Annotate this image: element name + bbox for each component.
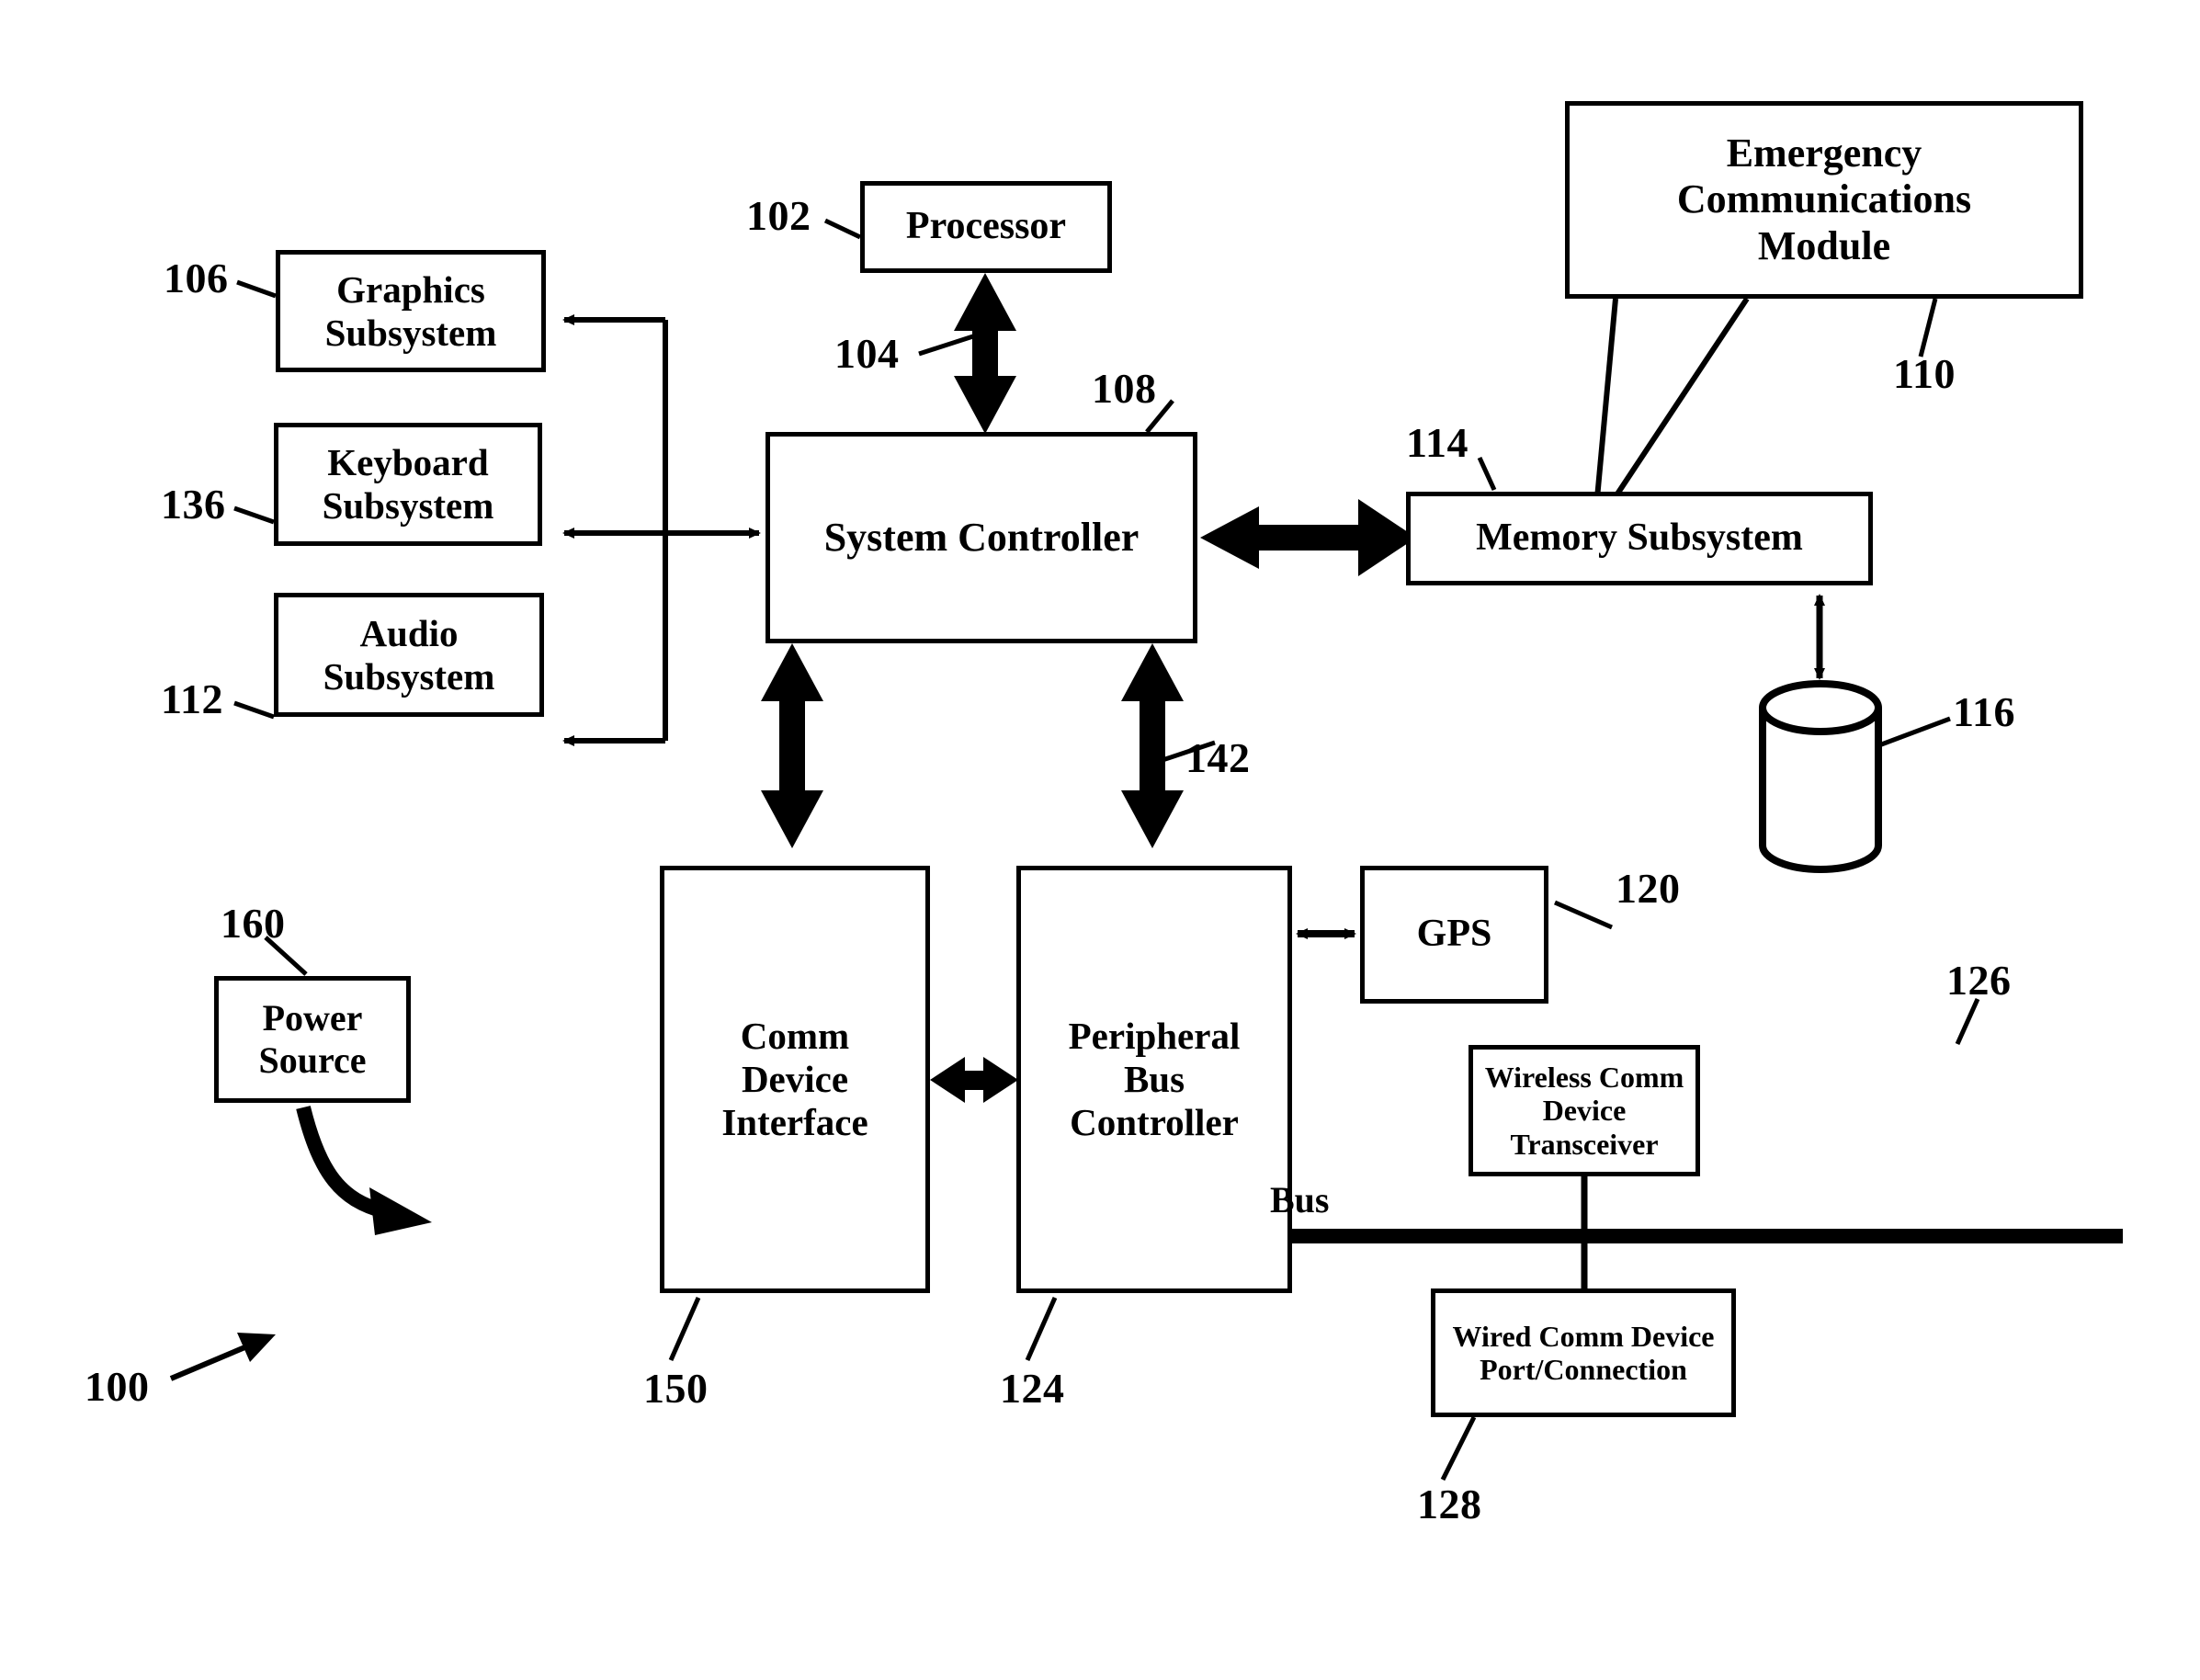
ref-number-120: 120 [1616,865,1681,912]
peripheral-bus-line [1257,1176,2123,1288]
block-wireless-comm-device-transceiver[interactable]: Wireless Comm Device Transceiver [1469,1045,1700,1176]
ref-number-128: 128 [1417,1481,1482,1527]
patent-figure-canvas: Graphics Subsystem Keyboard Subsystem Au… [0,0,2200,1680]
keyboard-label-line2: Subsystem [322,484,494,527]
commif-label-line3: Interface [721,1100,868,1143]
block-gps[interactable]: GPS [1360,866,1548,1004]
ref-124-leader [1025,1296,1058,1362]
ref-150-leader [668,1296,701,1362]
graphics-label-line2: Subsystem [324,311,497,354]
syscontroller-commif-link [761,643,823,848]
power-label-line2: Source [258,1039,367,1081]
pbc-label-line2: Bus [1123,1058,1185,1101]
wireless-label-line1: Wireless Comm Device [1484,1060,1684,1128]
ref-114-leader [1477,456,1497,492]
ecm-label-line1: Emergency [1726,131,1922,176]
ref-112-leader [233,700,275,720]
ref-number-106: 106 [164,255,229,301]
ref-number-102: 102 [746,192,811,239]
ref-number-160: 160 [221,900,286,947]
figure-100-arrow [169,1333,276,1381]
block-comm-device-interface[interactable]: Comm Device Interface [660,866,930,1293]
ref-126-leader [1955,997,1980,1046]
block-audio-subsystem[interactable]: Audio Subsystem [274,593,544,717]
block-emergency-communications-module[interactable]: Emergency Communications Module [1565,101,2083,299]
ref-number-110: 110 [1893,350,1956,397]
ref-120-leader [1554,900,1613,930]
block-processor[interactable]: Processor [860,181,1112,273]
processor-label: Processor [905,205,1067,248]
storage-cylinder-icon [1759,680,1882,873]
ecm-label-line3: Module [1757,222,1891,268]
commif-pbc-link [930,1057,1018,1103]
syscontroller-pbc-link [1121,643,1184,848]
ref-number-114: 114 [1406,419,1469,466]
block-wired-comm-device-port[interactable]: Wired Comm Device Port/Connection [1431,1288,1736,1417]
ref-number-136: 136 [161,481,226,528]
ref-136-leader [233,505,275,525]
audio-label-line2: Subsystem [323,654,495,698]
ref-number-100: 100 [85,1363,150,1410]
bus-label: Bus [1270,1179,1330,1220]
block-system-controller[interactable]: System Controller [765,432,1197,643]
pbc-label-line1: Peripheral [1068,1015,1241,1058]
ref-116-leader [1876,716,1951,749]
ref-number-116: 116 [1953,688,2015,735]
syscontroller-memory-link [1200,499,1416,576]
ref-102-leader [823,218,862,240]
power-source-arrow [296,1106,432,1235]
ref-number-112: 112 [161,675,223,722]
graphics-label-line1: Graphics [336,267,485,311]
ref-number-126: 126 [1946,957,2012,1004]
ref-number-150: 150 [643,1365,709,1412]
block-keyboard-subsystem[interactable]: Keyboard Subsystem [274,423,542,546]
system-controller-label: System Controller [823,514,1140,560]
wired-label-line2: Port/Connection [1480,1353,1687,1386]
block-memory-subsystem[interactable]: Memory Subsystem [1406,492,1873,585]
pbc-label-line3: Controller [1070,1100,1239,1143]
keyboard-label-line1: Keyboard [327,441,489,484]
audio-label-line1: Audio [359,611,459,654]
ref-104-leader [918,333,977,357]
ref-number-142: 142 [1185,734,1251,781]
memory-subsystem-label: Memory Subsystem [1476,516,1803,560]
left-subsystem-trunk [562,314,668,746]
ecm-callout-leaders [1593,297,1750,516]
wired-label-line1: Wired Comm Device [1452,1319,1715,1353]
block-power-source[interactable]: Power Source [214,976,411,1103]
ref-number-124: 124 [1000,1365,1065,1412]
ref-number-108: 108 [1092,365,1157,412]
power-label-line1: Power [262,997,363,1039]
ref-110-leader [1918,298,1938,358]
gps-label: GPS [1416,913,1492,956]
block-peripheral-bus-controller[interactable]: Peripheral Bus Controller [1016,866,1292,1293]
commif-label-line2: Device [741,1058,849,1101]
ref-106-leader [236,279,277,299]
commif-label-line1: Comm [740,1015,850,1058]
block-graphics-subsystem[interactable]: Graphics Subsystem [276,250,546,372]
ecm-label-line2: Communications [1676,176,1972,222]
ref-number-104: 104 [834,330,900,377]
wireless-label-line2: Transceiver [1510,1127,1659,1161]
ref-128-leader [1440,1415,1477,1481]
processor-syscontroller-link [954,273,1016,434]
